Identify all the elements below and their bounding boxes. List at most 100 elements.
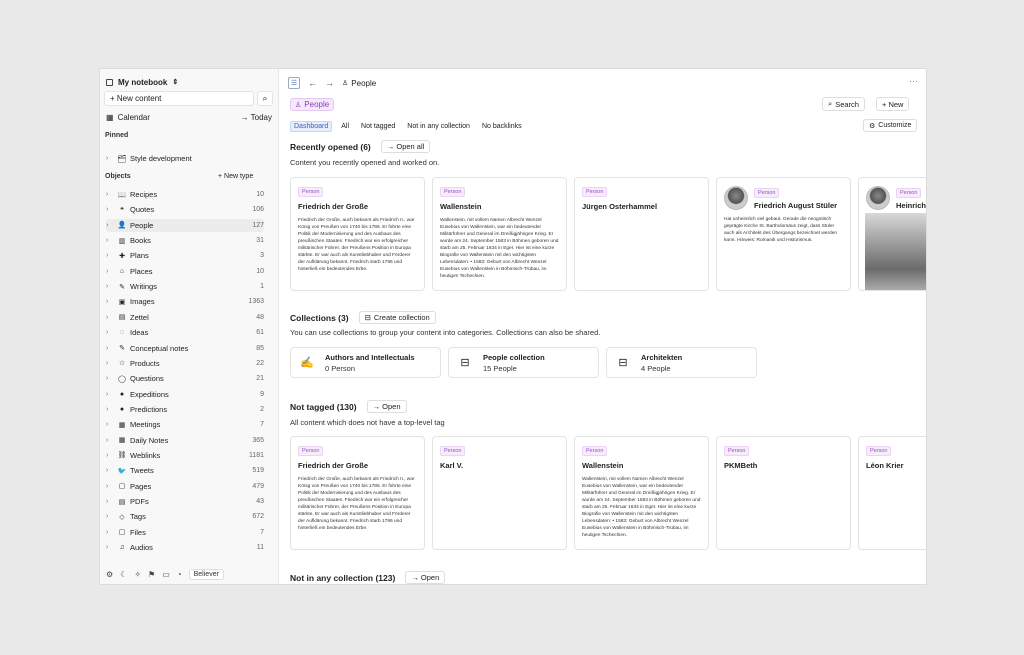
chevron-right-icon[interactable]: › <box>106 206 116 213</box>
chevron-right-icon[interactable]: › <box>106 155 116 162</box>
create-collection-label: Create collection <box>373 313 430 322</box>
customize-button[interactable]: ⚙ Customize <box>863 119 918 132</box>
list-view-icon[interactable]: ☰ <box>288 77 300 89</box>
chevron-right-icon[interactable]: › <box>106 498 116 505</box>
plan-badge[interactable]: Believer <box>188 569 224 580</box>
person-card[interactable]: Person Wallenstein Wallenstein, mit vollem… <box>574 436 709 550</box>
sidebar-item-ideas[interactable]: › ◌ Ideas 61 <box>106 326 264 339</box>
chevron-right-icon[interactable]: › <box>106 421 116 428</box>
sidebar-item-writings[interactable]: › ✎ Writings 1 <box>106 280 264 293</box>
open-all-button[interactable]: → Open all <box>380 140 431 153</box>
magic-icon[interactable]: ✧ <box>134 570 141 579</box>
open-not-in-collection-button[interactable]: → Open <box>405 571 446 584</box>
chevron-right-icon[interactable]: › <box>106 268 116 275</box>
people-type-tag[interactable]: ♙ People <box>290 98 335 111</box>
chevron-right-icon[interactable]: › <box>106 222 116 229</box>
sidebar-item-books[interactable]: › ▥ Books 31 <box>106 234 264 247</box>
pinned-item-style-development[interactable]: › 🗂 Style development <box>106 152 264 165</box>
person-card[interactable]: Person Heinrich <box>858 177 926 291</box>
sidebar-item-tweets[interactable]: › 🐦 Tweets 519 <box>106 464 264 477</box>
settings-icon[interactable]: ⚙ <box>106 570 113 579</box>
chevron-right-icon[interactable]: › <box>106 544 116 551</box>
sidebar-item-quotes[interactable]: › ❝ Quotes 106 <box>106 203 264 216</box>
card-title: Heinrich <box>896 200 926 210</box>
person-card[interactable]: Person Jürgen Osterhammel <box>574 177 709 291</box>
sidebar-item-pdfs[interactable]: › ▤ PDFs 43 <box>106 495 264 508</box>
sidebar-item-expeditions[interactable]: › ● Expeditions 9 <box>106 388 264 401</box>
notebook-switcher[interactable]: My notebook ⇕ <box>106 75 178 89</box>
calendar-link[interactable]: ▦ Calendar <box>106 113 150 122</box>
person-card[interactable]: Person Karl V. <box>432 436 567 550</box>
today-link[interactable]: → Today <box>241 113 272 122</box>
sidebar-item-weblinks[interactable]: › ⛓ Weblinks 1181 <box>106 449 264 462</box>
inbox-icon[interactable]: ▭ <box>162 570 170 579</box>
breadcrumb[interactable]: ♙ People <box>342 79 376 88</box>
chevron-right-icon[interactable]: › <box>106 191 116 198</box>
chevron-right-icon[interactable]: › <box>106 375 116 382</box>
chevron-right-icon[interactable]: › <box>106 437 116 444</box>
chevron-right-icon[interactable]: › <box>106 298 116 305</box>
chevron-right-icon[interactable]: › <box>106 513 116 520</box>
sidebar-item-images[interactable]: › ▣ Images 1363 <box>106 295 264 308</box>
chevron-right-icon[interactable]: › <box>106 329 116 336</box>
chevron-right-icon[interactable]: › <box>106 483 116 490</box>
chevron-right-icon[interactable]: › <box>106 529 116 536</box>
chevron-right-icon[interactable]: › <box>106 314 116 321</box>
new-button[interactable]: + New <box>876 97 910 111</box>
sidebar-item-tags[interactable]: › ◇ Tags 672 <box>106 510 264 523</box>
tab-no-backlinks[interactable]: No backlinks <box>479 122 525 131</box>
collections-section-header: Collections (3) ⊟ Create collection <box>290 311 436 324</box>
search-button[interactable]: ⌕ Search <box>822 97 865 111</box>
person-badge: Person <box>724 446 750 456</box>
chevron-right-icon[interactable]: › <box>106 237 116 244</box>
sidebar-item-recipes[interactable]: › 📖 Recipes 10 <box>106 188 264 201</box>
sidebar-item-zettel[interactable]: › ▤ Zettel 48 <box>106 311 264 324</box>
new-content-button[interactable]: + New content <box>104 91 254 106</box>
chevron-right-icon[interactable]: › <box>106 406 116 413</box>
chevron-right-icon[interactable]: › <box>106 283 116 290</box>
person-card[interactable]: Person PKMBeth <box>716 436 851 550</box>
chevron-right-icon[interactable]: › <box>106 345 116 352</box>
chevron-right-icon[interactable]: › <box>106 391 116 398</box>
sidebar-item-pages[interactable]: › ▢ Pages 479 <box>106 480 264 493</box>
sidebar-item-products[interactable]: › ☆ Products 22 <box>106 357 264 370</box>
sidebar-item-audios[interactable]: › ♫ Audios 11 <box>106 541 264 554</box>
new-type-button[interactable]: + New type <box>218 173 253 180</box>
user-icon[interactable]: ◔ <box>177 570 182 579</box>
sidebar-item-files[interactable]: › ▢ Files 7 <box>106 526 264 539</box>
tab-not-in-collection[interactable]: Not in any collection <box>404 122 473 131</box>
sidebar-item-plans[interactable]: › ✚ Plans 3 <box>106 249 264 262</box>
create-collection-button[interactable]: ⊟ Create collection <box>358 311 436 324</box>
person-card[interactable]: Person Friedrich der Große Friedrich der G… <box>290 177 425 291</box>
chevron-right-icon[interactable]: › <box>106 467 116 474</box>
person-card[interactable]: Person Wallenstein Wallenstein, mit vollem… <box>432 177 567 291</box>
sidebar-item-people[interactable]: › 👤 People 127 <box>106 218 264 232</box>
person-card[interactable]: Person Friedrich August Stüler Hat unheiml… <box>716 177 851 291</box>
chevron-right-icon[interactable]: › <box>106 452 116 459</box>
back-arrow-icon[interactable]: ← <box>308 78 317 88</box>
collection-card[interactable]: ⊟ People collection 15 People <box>448 347 599 378</box>
more-options-icon[interactable]: ··· <box>909 76 918 86</box>
collection-card[interactable]: ⊟ Architekten 4 People <box>606 347 757 378</box>
tab-all[interactable]: All <box>338 122 352 131</box>
sidebar-item-meetings[interactable]: › ▦ Meetings 7 <box>106 418 264 431</box>
person-card[interactable]: Person Léon Krier <box>858 436 926 550</box>
tab-not-tagged[interactable]: Not tagged <box>358 122 398 131</box>
sidebar-item-daily-notes[interactable]: › ▦ Daily Notes 365 <box>106 434 264 447</box>
chevron-right-icon[interactable]: › <box>106 360 116 367</box>
moon-icon[interactable]: ☾ <box>120 570 127 579</box>
open-not-tagged-button[interactable]: → Open <box>366 400 407 413</box>
plugin-icon[interactable]: ⚑ <box>148 570 155 579</box>
tab-dashboard[interactable]: Dashboard <box>290 120 333 132</box>
calendar-row[interactable]: ▦ Calendar → Today <box>106 110 272 124</box>
collection-card[interactable]: ✍ Authors and Intellectuals 0 Person <box>290 347 441 378</box>
sidebar-item-predictions[interactable]: › ● Predictions 2 <box>106 403 264 416</box>
sidebar-item-places[interactable]: › ⌂ Places 10 <box>106 265 264 278</box>
chevron-right-icon[interactable]: › <box>106 252 116 259</box>
forward-arrow-icon[interactable]: → <box>325 78 334 88</box>
sidebar-item-questions[interactable]: › ◯ Questions 21 <box>106 372 264 385</box>
object-type-icon: ▢ <box>118 529 126 537</box>
search-button[interactable]: ⌕ <box>257 91 273 106</box>
sidebar-item-conceptual-notes[interactable]: › ✎ Conceptual notes 85 <box>106 342 264 355</box>
person-card[interactable]: Person Friedrich der Große Friedrich der G… <box>290 436 425 550</box>
